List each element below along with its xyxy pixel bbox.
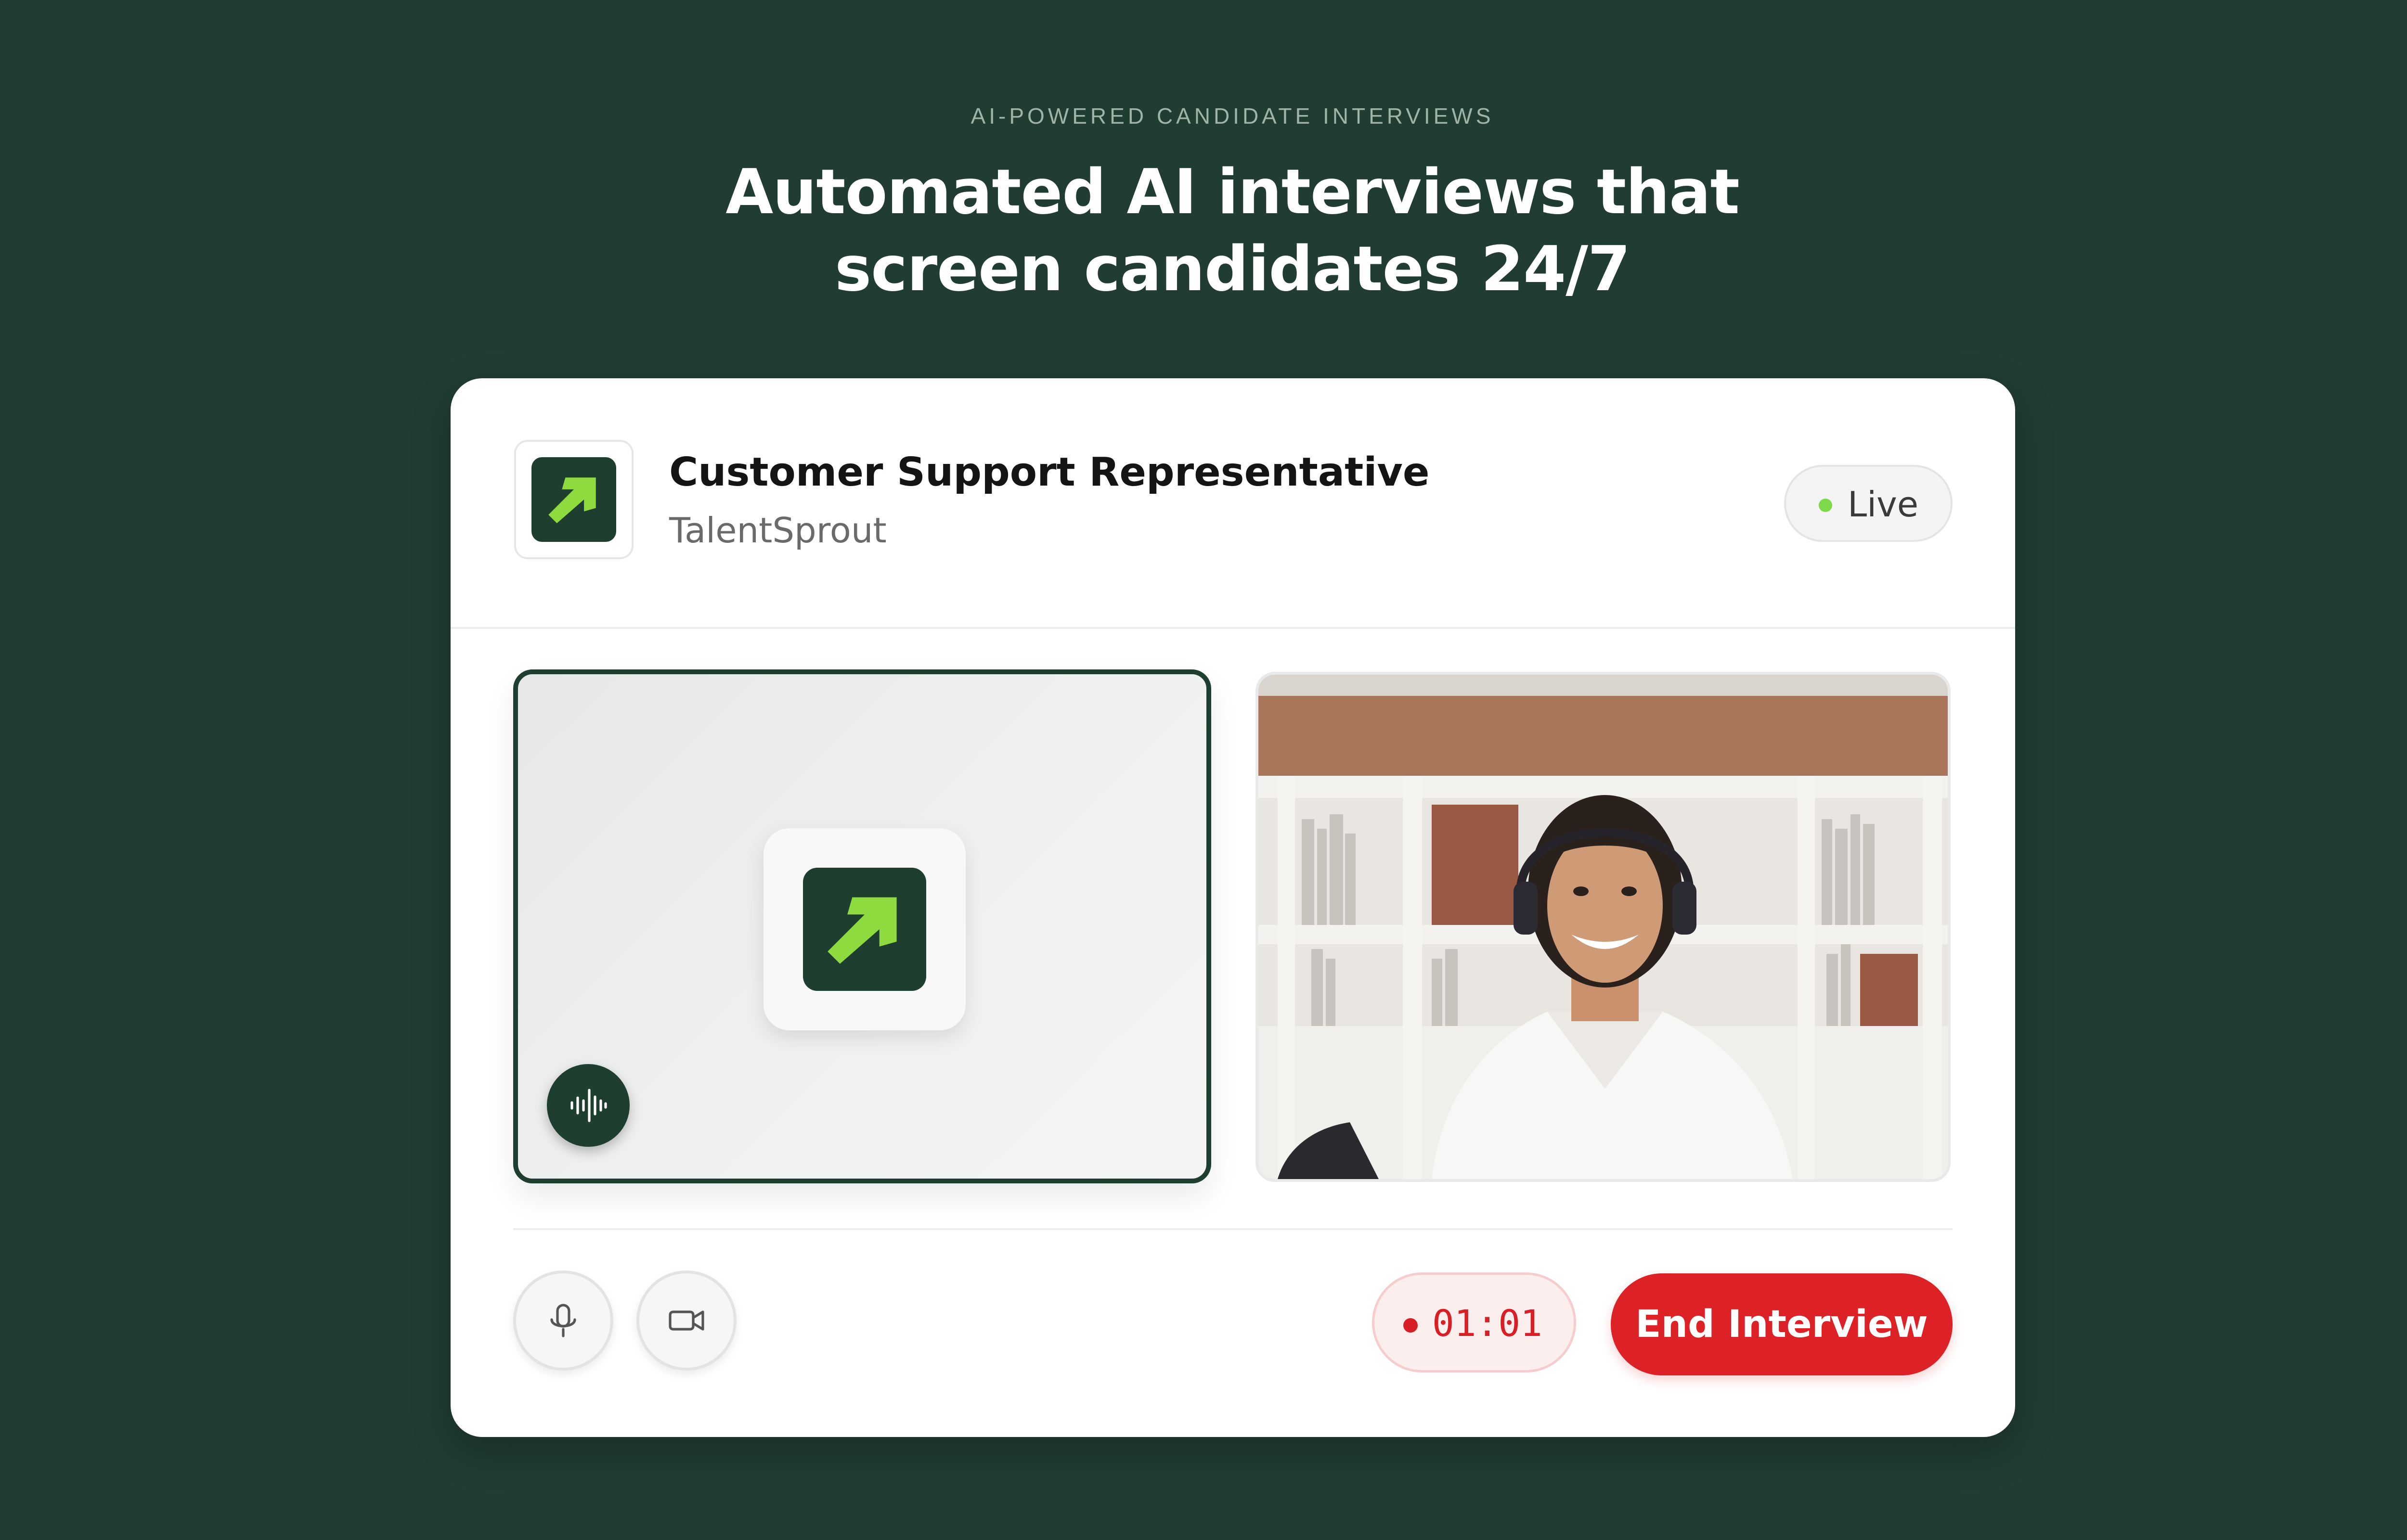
- live-status-badge: Live: [1784, 465, 1953, 542]
- recording-dot-icon: [1403, 1318, 1418, 1333]
- company-logo: [514, 440, 634, 559]
- microphone-button[interactable]: [513, 1270, 613, 1371]
- end-interview-button[interactable]: End Interview: [1611, 1273, 1953, 1375]
- headline-line-2: screen candidates 24/7: [834, 233, 1631, 305]
- candidate-video-feed: [1258, 675, 1948, 1179]
- live-dot-icon: [1819, 499, 1832, 512]
- microphone-icon: [550, 1304, 576, 1337]
- timer-value: 01:01: [1432, 1302, 1542, 1345]
- audio-waveform-icon[interactable]: [547, 1064, 630, 1147]
- job-title: Customer Support Representative: [669, 449, 1430, 495]
- eyebrow-label: AI-POWERED CANDIDATE INTERVIEWS: [971, 103, 1494, 128]
- live-status-label: Live: [1848, 484, 1919, 525]
- ai-avatar-card: [764, 828, 966, 1030]
- candidate-video-pane: [1255, 672, 1951, 1182]
- camera-button[interactable]: [636, 1270, 737, 1371]
- interview-card: Customer Support Representative TalentSp…: [451, 378, 2015, 1437]
- ai-interviewer-pane: [513, 669, 1211, 1183]
- card-header: Customer Support Representative TalentSp…: [451, 378, 2015, 629]
- arrow-up-right-logo-icon: [803, 868, 926, 991]
- company-name: TalentSprout: [669, 510, 887, 551]
- controls-divider: [513, 1228, 1953, 1230]
- headline-line-1: Automated AI interviews that: [725, 156, 1740, 228]
- hero-headline: Automated AI interviews that screen cand…: [674, 154, 1791, 308]
- video-camera-icon: [669, 1310, 704, 1331]
- arrow-up-right-logo-icon: [531, 457, 616, 542]
- page: AI-POWERED CANDIDATE INTERVIEWS Automate…: [0, 0, 2407, 1540]
- interview-timer: 01:01: [1372, 1272, 1576, 1373]
